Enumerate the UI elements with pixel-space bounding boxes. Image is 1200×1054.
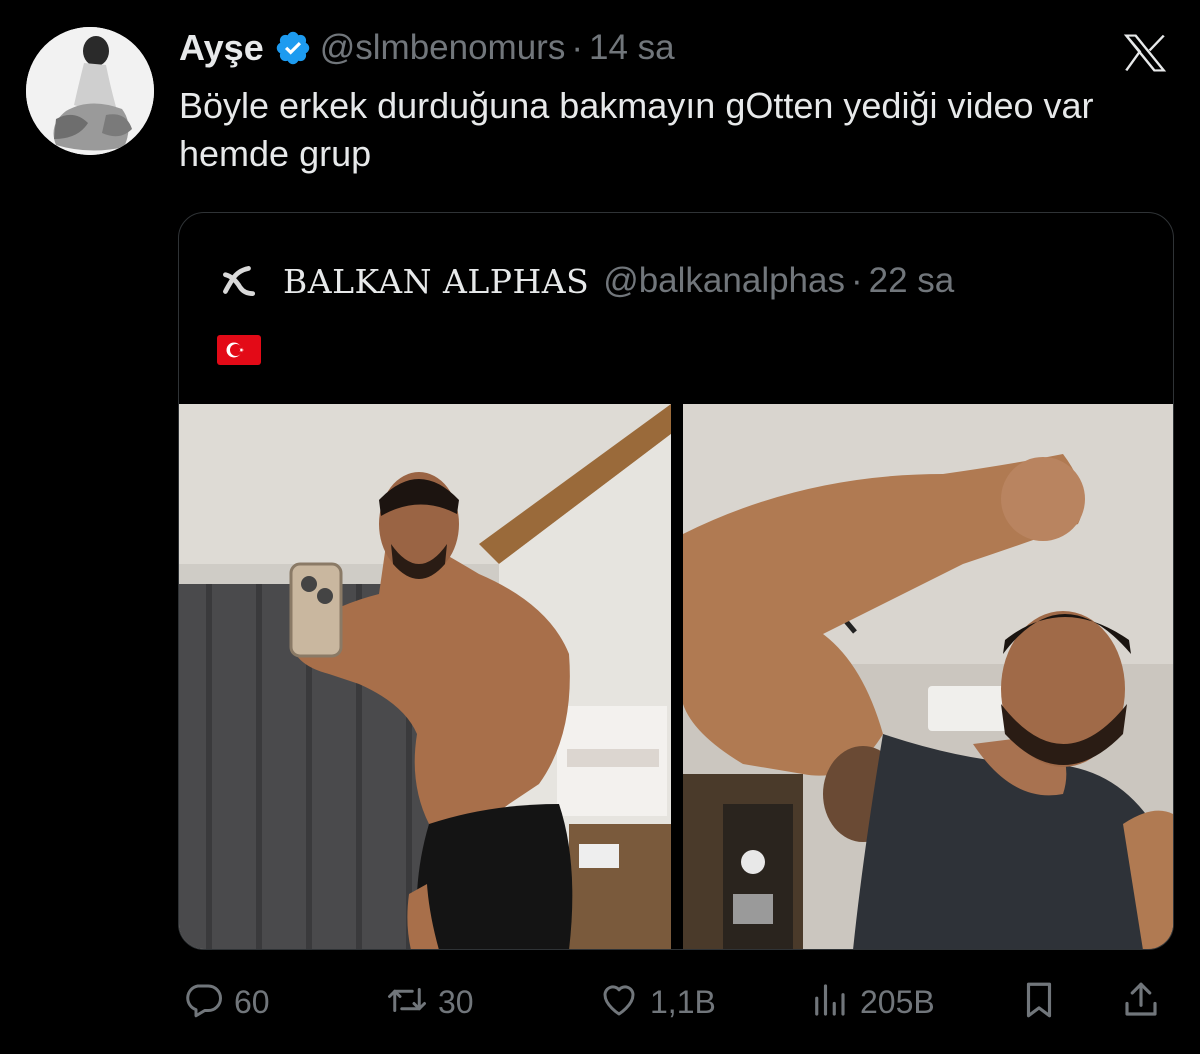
view-count: 205B: [860, 983, 935, 1020]
analytics-bar-icon: [808, 979, 850, 1026]
reply-count: 60: [234, 983, 270, 1020]
views-button[interactable]: 205B: [808, 972, 935, 1032]
display-name[interactable]: Ayşe: [179, 27, 264, 69]
quoted-media-grid: [179, 404, 1173, 949]
user-avatar[interactable]: [26, 27, 154, 155]
verified-badge-icon: [274, 29, 312, 67]
tweet-header: Ayşe @slmbenomurs · 14 sa: [179, 24, 675, 72]
like-count: 1,1B: [650, 983, 716, 1020]
quoted-tweet-header: BALKAN ALPHAS @balkanalphas · 22 sa: [217, 251, 954, 311]
quoted-timestamp[interactable]: 22 sa: [869, 261, 955, 301]
quoted-tweet-card[interactable]: BALKAN ALPHAS @balkanalphas · 22 sa: [178, 212, 1174, 950]
repost-icon: [386, 979, 428, 1026]
reply-button[interactable]: 60: [182, 972, 270, 1032]
tweet-text: Böyle erkek durduğuna bakmayın gOtten ye…: [179, 85, 1094, 174]
separator-dot: ·: [851, 261, 863, 300]
repost-button[interactable]: 30: [386, 972, 474, 1032]
turkey-flag-icon: [217, 335, 261, 365]
bookmark-button[interactable]: [1018, 972, 1060, 1032]
reply-icon: [182, 979, 224, 1026]
repost-count: 30: [438, 983, 474, 1020]
separator-dot: ·: [571, 28, 583, 67]
user-handle[interactable]: @slmbenomurs: [320, 28, 566, 68]
alpha-logo-icon[interactable]: [217, 260, 259, 302]
share-icon: [1120, 979, 1162, 1026]
x-logo-icon: [1120, 31, 1170, 75]
mirror-selfie-photo[interactable]: [179, 404, 671, 949]
tweet[interactable]: Ayşe @slmbenomurs · 14 sa Böyle erkek du…: [0, 0, 1200, 1054]
tweet-action-bar: 60 30 1,1B 205B: [0, 972, 1200, 1032]
tweet-timestamp[interactable]: 14 sa: [589, 28, 675, 68]
quoted-user-handle[interactable]: @balkanalphas: [603, 261, 845, 301]
heart-icon: [598, 979, 640, 1026]
like-button[interactable]: 1,1B: [598, 972, 716, 1032]
bookmark-icon: [1018, 979, 1060, 1026]
quoted-display-name[interactable]: BALKAN ALPHAS: [283, 262, 589, 301]
share-button[interactable]: [1120, 972, 1162, 1032]
flexing-selfie-photo[interactable]: [683, 404, 1173, 949]
